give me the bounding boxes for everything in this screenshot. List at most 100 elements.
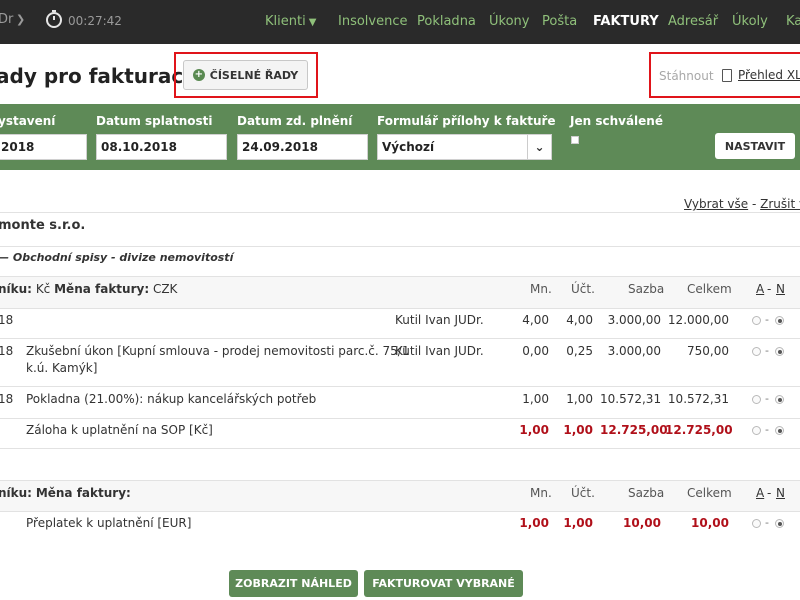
group-header-text: níku: Měna faktury: <box>0 486 131 500</box>
row-radio-n[interactable] <box>775 395 784 404</box>
row-celkem: 10.572,31 <box>667 392 729 406</box>
row-desc: Zkušební úkon [Kupní smlouva - prodej ne… <box>26 344 410 358</box>
row-uct: 1,00 <box>563 423 593 437</box>
attachment-form-label: Formulář přílohy k faktuře <box>377 114 556 128</box>
set-button[interactable]: NASTAVIT <box>715 133 795 159</box>
row-desc: Záloha k uplatnění na SOP [Kč] <box>26 423 213 437</box>
chevron-down-icon[interactable]: ❯ <box>16 13 25 26</box>
row-radio-a[interactable] <box>752 426 761 435</box>
preview-button[interactable]: ZOBRAZIT NÁHLED <box>229 570 358 597</box>
row-sazba: 10,00 <box>623 516 661 530</box>
row-radio-n[interactable] <box>775 519 784 528</box>
row-sazba: 3.000,00 <box>607 344 661 358</box>
group-header-text: níku: Kč Měna faktury: CZK <box>0 282 178 296</box>
row-uct: 1,00 <box>563 516 593 530</box>
radio-separator: - <box>765 313 769 326</box>
row-radio-a[interactable] <box>752 519 761 528</box>
row-date: 18 <box>0 392 14 406</box>
row-sazba: 3.000,00 <box>607 313 661 327</box>
select-all-link[interactable]: Vybrat vše <box>684 197 748 211</box>
page-title: ady pro fakturaci <box>0 64 191 88</box>
row-radio-a[interactable] <box>752 347 761 356</box>
row-date: 18 <box>0 344 14 358</box>
nav-item-faktury[interactable]: FAKTURY <box>593 14 659 29</box>
col-a-link[interactable]: A <box>756 282 764 296</box>
file-icon <box>722 69 732 82</box>
radio-separator: - <box>765 344 769 357</box>
nav-item-ukoly[interactable]: Úkoly <box>732 14 768 29</box>
stopwatch-icon[interactable] <box>45 9 63 29</box>
filter-bar: ystavení 2018 Datum splatnosti 08.10.201… <box>0 104 800 170</box>
row-mn: 4,00 <box>522 313 549 327</box>
tax-date-input[interactable]: 24.09.2018 <box>237 134 368 160</box>
radio-separator: - <box>765 516 769 529</box>
row-celkem: 12.000,00 <box>667 313 729 327</box>
col-sazba: Sazba <box>628 486 665 500</box>
divider <box>0 511 800 512</box>
nav-item-kalendar[interactable]: Kal <box>786 14 800 29</box>
due-date-input[interactable]: 08.10.2018 <box>96 134 227 160</box>
row-mn: 1,00 <box>522 392 549 406</box>
nav-item-klienti[interactable]: Klienti ▼ <box>265 14 316 29</box>
row-sazba: 10.572,31 <box>600 392 662 406</box>
col-mn: Mn. <box>530 486 552 500</box>
attachment-form-select[interactable]: Výchozí ⌄ <box>377 134 552 160</box>
divider <box>0 246 800 247</box>
download-label: Stáhnout <box>659 69 714 83</box>
col-celkem: Celkem <box>687 282 732 296</box>
nav-item-pokladna[interactable]: Pokladna <box>417 14 476 29</box>
col-dash: - <box>767 486 772 500</box>
divider <box>0 448 800 449</box>
row-radio-n[interactable] <box>775 316 784 325</box>
col-celkem: Celkem <box>687 486 732 500</box>
row-uct: 4,00 <box>566 313 593 327</box>
number-series-button[interactable]: + ČÍSELNÉ ŘADY <box>183 60 308 90</box>
col-mn: Mn. <box>530 282 552 296</box>
row-mn: 1,00 <box>519 516 549 530</box>
row-radio-n[interactable] <box>775 347 784 356</box>
row-celkem: 750,00 <box>687 344 729 358</box>
col-dash: - <box>767 282 772 296</box>
col-uct: Účt. <box>571 486 595 500</box>
row-date: 18 <box>0 313 14 327</box>
cancel-all-link[interactable]: Zrušit vš <box>760 197 800 211</box>
col-n-link[interactable]: N <box>776 486 785 500</box>
divider <box>0 308 800 309</box>
row-mn: 1,00 <box>519 423 549 437</box>
row-radio-a[interactable] <box>752 395 761 404</box>
radio-separator: - <box>765 392 769 405</box>
col-a-link[interactable]: A <box>756 486 764 500</box>
col-uct: Účt. <box>571 282 595 296</box>
row-desc-line2: k.ú. Kamýk] <box>26 361 98 375</box>
nav-item-insolvence[interactable]: Insolvence <box>338 14 408 29</box>
attachment-form-value: Výchozí <box>382 140 435 154</box>
nav-item-adresar[interactable]: Adresář <box>668 14 718 29</box>
plus-icon: + <box>192 69 205 81</box>
row-radio-n[interactable] <box>775 426 784 435</box>
issue-date-input[interactable]: 2018 <box>0 134 87 160</box>
divider <box>0 386 800 387</box>
client-name: monte s.r.o. <box>0 218 86 233</box>
separator: - <box>751 197 757 211</box>
nav-item-ukony[interactable]: Úkony <box>489 14 529 29</box>
approved-only-checkbox[interactable] <box>571 136 579 144</box>
invoice-selected-button[interactable]: FAKTUROVAT VYBRANÉ <box>364 570 523 597</box>
select-links: Vybrat vše - Zrušit vš <box>684 197 800 211</box>
radio-separator: - <box>765 423 769 436</box>
row-desc: Přeplatek k uplatnění [EUR] <box>26 516 192 530</box>
row-desc: Pokladna (21.00%): nákup kancelářských p… <box>26 392 317 406</box>
due-date-label: Datum splatnosti <box>96 114 213 128</box>
chevron-down-icon: ⌄ <box>527 135 551 159</box>
timer-readout: 00:27:42 <box>68 14 122 28</box>
row-radio-a[interactable] <box>752 316 761 325</box>
nav-item-posta[interactable]: Pošta <box>542 14 577 29</box>
row-sazba: 12.725,00 <box>600 423 668 437</box>
divider <box>0 418 800 419</box>
row-mn: 0,00 <box>522 344 549 358</box>
xls-overview-link[interactable]: Přehled XLS <box>738 68 800 82</box>
col-n-link[interactable]: N <box>776 282 785 296</box>
number-series-label: ČÍSELNÉ ŘADY <box>209 68 299 82</box>
divider <box>0 338 800 339</box>
row-celkem: 10,00 <box>691 516 729 530</box>
user-name[interactable]: Dr <box>0 12 13 27</box>
